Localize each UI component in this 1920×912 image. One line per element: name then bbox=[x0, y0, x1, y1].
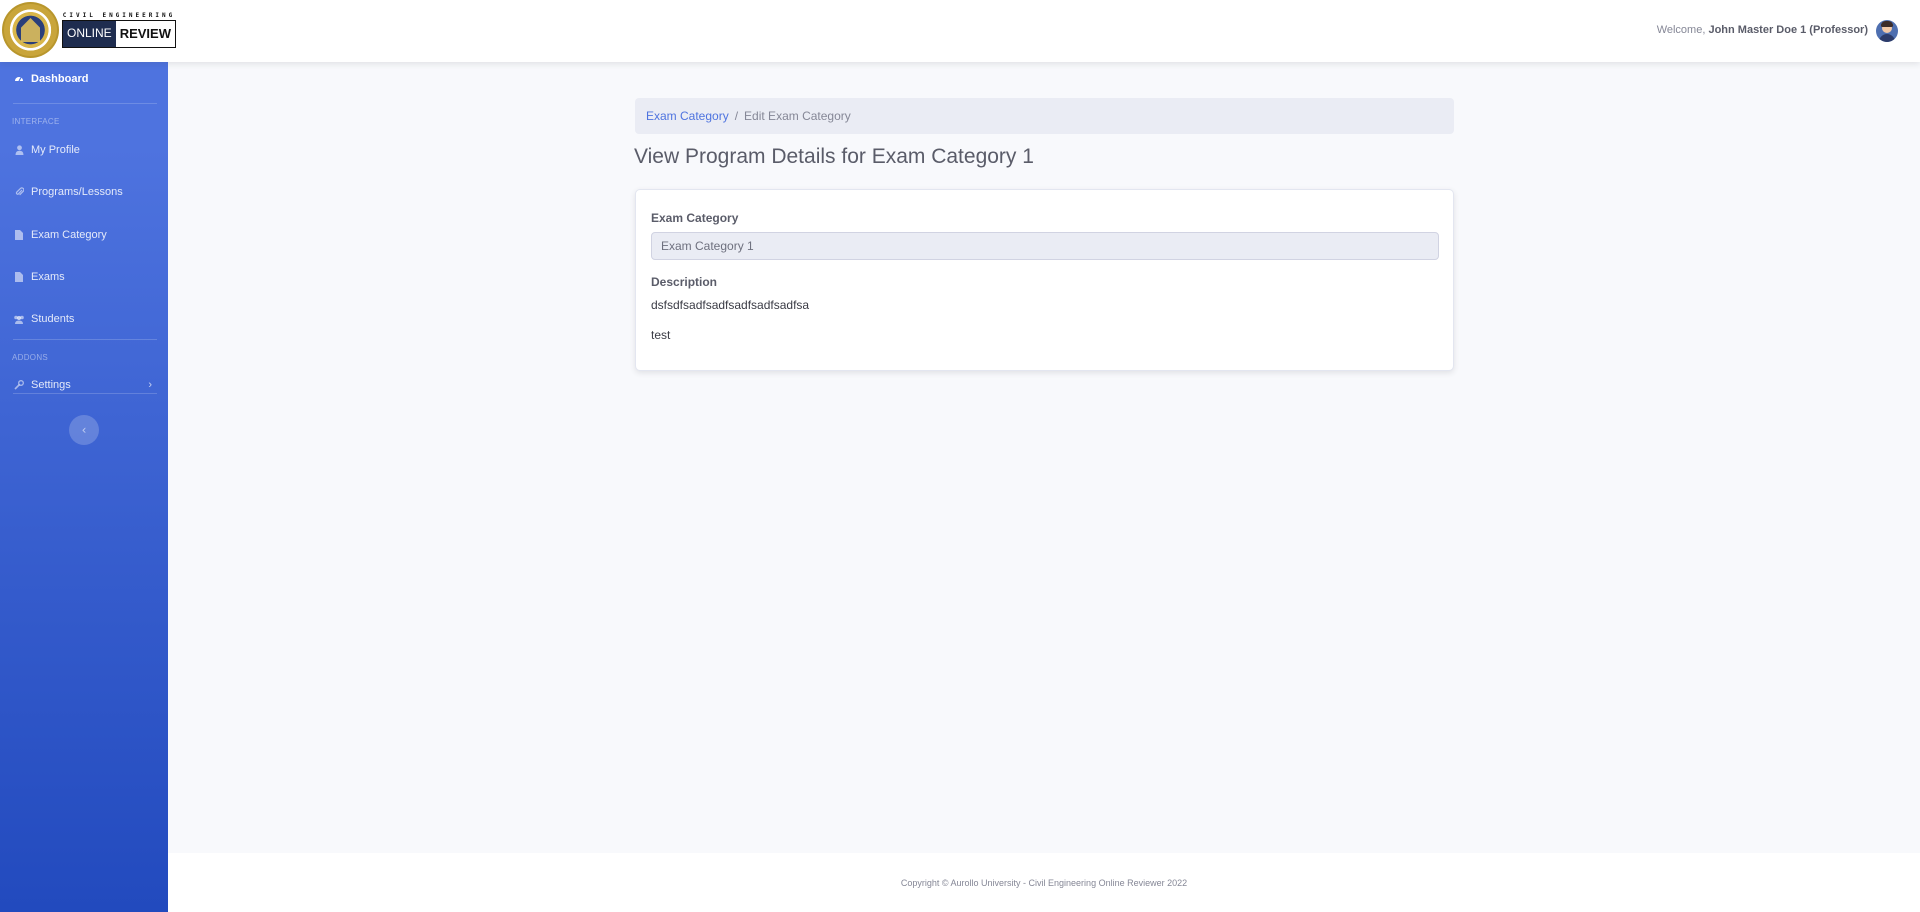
sidebar-item-label: My Profile bbox=[31, 144, 80, 156]
paperclip-icon bbox=[13, 187, 25, 197]
description-text-line: dsfsdfsadfsadfsadfsadfsadfsa bbox=[651, 298, 810, 312]
sidebar-item-label: Settings bbox=[31, 379, 71, 391]
sidebar-item-programs-lessons[interactable]: Programs/Lessons bbox=[0, 175, 168, 209]
sidebar-item-label: Dashboard bbox=[31, 73, 89, 85]
wrench-icon bbox=[13, 380, 25, 390]
sidebar-item-label: Exams bbox=[31, 271, 65, 283]
sidebar-divider bbox=[13, 339, 157, 340]
description-text-line: test bbox=[651, 328, 671, 342]
file-icon bbox=[13, 272, 25, 282]
breadcrumb: Exam Category / Edit Exam Category bbox=[635, 98, 1454, 134]
file-icon bbox=[13, 230, 25, 240]
description-label: Description bbox=[651, 275, 718, 289]
users-icon bbox=[13, 315, 25, 324]
sidebar-heading-interface: INTERFACE bbox=[12, 117, 60, 126]
breadcrumb-link-exam-category[interactable]: Exam Category bbox=[646, 109, 729, 123]
sidebar-item-label: Students bbox=[31, 313, 75, 325]
sidebar-item-exams[interactable]: Exams bbox=[0, 260, 168, 294]
brand-review-text: REVIEW bbox=[115, 21, 175, 47]
sidebar-item-exam-category[interactable]: Exam Category bbox=[0, 218, 168, 252]
chevron-right-icon: › bbox=[148, 379, 152, 391]
breadcrumb-separator: / bbox=[734, 109, 739, 123]
topbar: CIVIL ENGINEERING ONLINE REVIEW Welcome,… bbox=[0, 0, 1920, 62]
logo[interactable]: CIVIL ENGINEERING ONLINE REVIEW bbox=[2, 2, 176, 58]
user-icon bbox=[13, 145, 25, 155]
sidebar-item-dashboard[interactable]: Dashboard bbox=[0, 62, 168, 96]
tachometer-icon bbox=[13, 74, 25, 84]
sidebar-item-students[interactable]: Students bbox=[0, 302, 168, 336]
footer: Copyright © Aurollo University - Civil E… bbox=[168, 853, 1920, 912]
sidebar-toggle-button[interactable]: ‹ bbox=[69, 415, 99, 445]
welcome-prefix: Welcome, bbox=[1656, 24, 1709, 36]
breadcrumb-current: Edit Exam Category bbox=[744, 109, 851, 123]
sidebar-divider bbox=[13, 103, 157, 104]
avatar[interactable] bbox=[1876, 20, 1898, 42]
brand-online-text: ONLINE bbox=[63, 21, 116, 47]
sidebar-item-label: Programs/Lessons bbox=[31, 186, 123, 198]
sidebar-item-my-profile[interactable]: My Profile bbox=[0, 133, 168, 167]
sidebar-item-settings[interactable]: Settings › bbox=[0, 368, 168, 402]
brand-top-text: CIVIL ENGINEERING bbox=[62, 12, 176, 19]
chevron-left-icon: ‹ bbox=[81, 423, 87, 437]
user-name: John Master Doe 1 (Professor) bbox=[1708, 24, 1868, 36]
details-card: Exam Category Description dsfsdfsadfsadf… bbox=[635, 189, 1454, 371]
sidebar-item-label: Exam Category bbox=[31, 229, 107, 241]
page-title: View Program Details for Exam Category 1 bbox=[634, 145, 1034, 168]
exam-category-label: Exam Category bbox=[651, 211, 739, 225]
sidebar-divider bbox=[13, 393, 157, 394]
sidebar: Dashboard INTERFACE My Profile Programs/… bbox=[0, 62, 168, 912]
copyright-text: Copyright © Aurollo University - Civil E… bbox=[900, 877, 1188, 888]
user-welcome[interactable]: Welcome, John Master Doe 1 (Professor) bbox=[1657, 24, 1868, 36]
exam-category-field[interactable] bbox=[651, 232, 1439, 260]
sidebar-heading-addons: ADDONS bbox=[12, 353, 49, 362]
university-seal-icon bbox=[2, 2, 59, 58]
brand-wordmark: CIVIL ENGINEERING ONLINE REVIEW bbox=[62, 12, 176, 48]
